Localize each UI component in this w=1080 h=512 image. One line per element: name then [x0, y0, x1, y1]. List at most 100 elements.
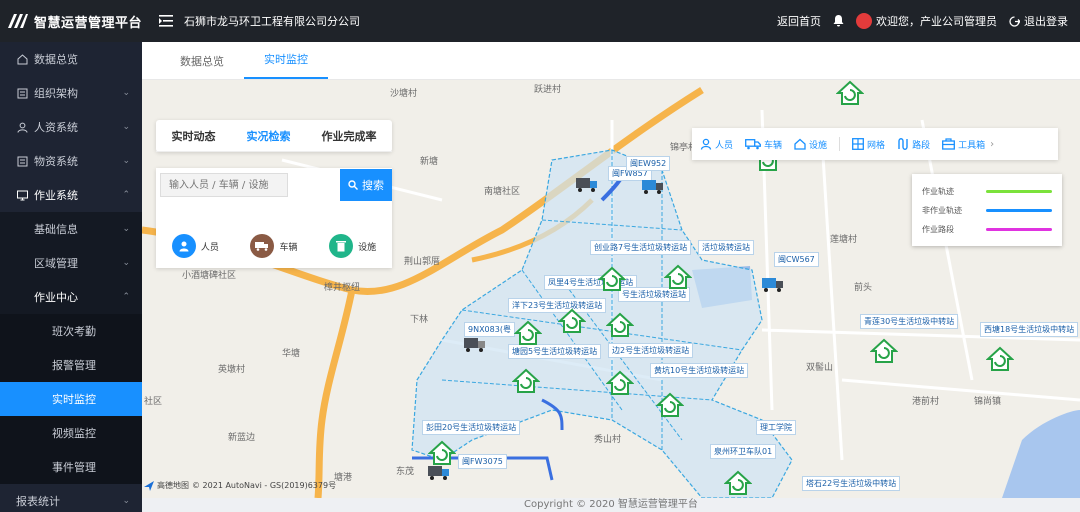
- station-house-icon[interactable]: [836, 80, 864, 106]
- sidebar-item-reports[interactable]: 报表统计 ⌄: [0, 484, 142, 512]
- station-house-icon[interactable]: [428, 440, 456, 466]
- place-label: 锦尚镇: [974, 397, 1002, 407]
- person-icon: [700, 138, 712, 150]
- station-house-icon[interactable]: [986, 346, 1014, 372]
- sidebar-item-live-monitor[interactable]: 实时监控: [0, 382, 142, 416]
- search-input[interactable]: [160, 173, 288, 197]
- station-house-icon[interactable]: [664, 264, 692, 290]
- vehicle-label[interactable]: 闽FW3075: [458, 454, 507, 469]
- copyright-mark: ©: [576, 499, 587, 510]
- category-vehicle[interactable]: 车辆: [250, 234, 297, 258]
- sea-area: [1002, 410, 1080, 498]
- toolbar-toolbox[interactable]: 工具箱 ›: [942, 138, 994, 151]
- map-canvas[interactable]: 沙塘村 跃进村 新塘 南塘社区 荆山郭厝 小酒塘碑社区 樟井枢纽 下林 华塘 英…: [142, 80, 1080, 498]
- station-house-icon[interactable]: [558, 308, 586, 334]
- station-label[interactable]: 黄坑10号生活垃圾转运站: [650, 363, 749, 378]
- place-label: 新塘: [420, 157, 439, 167]
- bell-icon[interactable]: [833, 15, 844, 27]
- subtab-live-search[interactable]: 实况检索: [247, 128, 291, 144]
- truck-icon[interactable]: [642, 178, 664, 194]
- toolbar-vehicle[interactable]: 车辆: [745, 138, 782, 151]
- category-label: 设施: [358, 242, 377, 253]
- sidebar-item-overview[interactable]: 数据总览: [0, 42, 142, 76]
- toolbar-separator: [839, 137, 841, 151]
- chevron-down-icon: ⌄: [122, 122, 130, 132]
- category-facility[interactable]: 设施: [329, 234, 376, 258]
- sidebar-item-area[interactable]: 区域管理 ⌄: [0, 246, 142, 280]
- monitor-panel-tabs: 实时动态 实况检索 作业完成率: [156, 120, 392, 152]
- toolbar-grid[interactable]: 网格: [852, 138, 885, 151]
- toolbar-road[interactable]: 路段: [897, 138, 930, 151]
- category-person[interactable]: 人员: [171, 234, 219, 258]
- sidebar-item-basic-info[interactable]: 基础信息 ⌄: [0, 212, 142, 246]
- station-house-icon[interactable]: [512, 368, 540, 394]
- sidebar-item-materials[interactable]: 物资系统 ⌄: [0, 144, 142, 178]
- app-title: 智慧运营管理平台: [34, 15, 143, 31]
- sidebar-item-events[interactable]: 事件管理: [0, 450, 142, 484]
- org-icon: [16, 87, 28, 99]
- toolbar-person[interactable]: 人员: [700, 138, 733, 151]
- vehicle-label[interactable]: 闽EW952: [626, 156, 671, 171]
- sidebar-item-hr[interactable]: 人资系统 ⌄: [0, 110, 142, 144]
- station-label[interactable]: 彭田20号生活垃圾转运站: [422, 420, 521, 435]
- work-center-submenu: 班次考勤 报警管理 实时监控 视频监控 事件管理: [0, 314, 142, 484]
- legend-row: 作业轨迹: [922, 182, 1052, 201]
- truck-icon[interactable]: [762, 276, 784, 292]
- chevron-right-icon: ›: [990, 138, 995, 150]
- subtab-live-dynamics[interactable]: 实时动态: [172, 128, 216, 144]
- station-house-icon[interactable]: [598, 266, 626, 292]
- place-label: 港前村: [912, 397, 940, 407]
- sidebar-item-attendance[interactable]: 班次考勤: [0, 314, 142, 348]
- toolbar-facility[interactable]: 设施: [794, 138, 827, 151]
- attribution-brand: 高德地图: [157, 481, 189, 490]
- search-button[interactable]: 搜索: [340, 169, 392, 201]
- sidebar-item-alarms[interactable]: 报警管理: [0, 348, 142, 382]
- logout-label: 退出登录: [1024, 15, 1068, 28]
- station-label[interactable]: 塔石22号生活垃圾中转站: [802, 476, 901, 491]
- sidebar-item-video[interactable]: 视频监控: [0, 416, 142, 450]
- legend-row: 非作业轨迹: [922, 201, 1052, 220]
- station-label[interactable]: 青莲30号生活垃圾中转站: [860, 314, 959, 329]
- sidebar-item-operations[interactable]: 作业系统 ⌃: [0, 178, 142, 212]
- user-menu[interactable]: 欢迎您，产业公司管理员: [856, 13, 997, 29]
- home-link[interactable]: 返回首页: [777, 13, 821, 29]
- place-label: 双髻山: [806, 363, 834, 373]
- truck-icon: [745, 139, 761, 150]
- chevron-down-icon: ⌄: [122, 224, 130, 234]
- station-label[interactable]: 泉州环卫车队01: [710, 444, 777, 459]
- sidebar-item-label: 作业系统: [34, 189, 78, 202]
- truck-icon[interactable]: [428, 464, 450, 480]
- truck-icon[interactable]: [464, 336, 486, 352]
- menu-toggle-icon[interactable]: [152, 15, 180, 27]
- station-label[interactable]: 边2号生活垃圾转运站: [608, 343, 694, 358]
- station-house-icon[interactable]: [656, 392, 684, 418]
- station-label[interactable]: 活垃圾转运站: [698, 240, 754, 255]
- vehicle-label[interactable]: 闽CW567: [774, 252, 819, 267]
- tab-overview[interactable]: 数据总览: [160, 53, 244, 79]
- sidebar-item-work-center[interactable]: 作业中心 ⌃: [0, 280, 142, 314]
- map-toolbar: 人员 车辆 设施 网格 路段 工具箱 ›: [692, 128, 1058, 160]
- station-house-icon[interactable]: [606, 370, 634, 396]
- logout-button[interactable]: 退出登录: [1009, 13, 1068, 29]
- station-house-icon[interactable]: [514, 320, 542, 346]
- attribution-copyright: © 2021 AutoNavi - GS(2019)6379号: [192, 481, 337, 490]
- tab-live-monitor[interactable]: 实时监控: [244, 51, 328, 79]
- subtab-completion-rate[interactable]: 作业完成率: [322, 128, 377, 144]
- toolbar-label: 工具箱: [958, 140, 986, 151]
- station-house-icon[interactable]: [870, 338, 898, 364]
- chevron-down-icon: ⌄: [122, 156, 130, 166]
- station-house-icon[interactable]: [606, 312, 634, 338]
- vehicle-label[interactable]: 9NX083(粤: [464, 322, 515, 337]
- place-label: 华塘: [282, 349, 301, 359]
- place-label: 樟井枢纽: [324, 283, 361, 293]
- road-icon: [898, 138, 908, 150]
- station-label[interactable]: 西塘18号生活垃圾中转站: [980, 322, 1079, 337]
- station-label[interactable]: 塘园5号生活垃圾转运站: [508, 344, 602, 359]
- station-label[interactable]: 创业路7号生活垃圾转运站: [590, 240, 692, 255]
- place-label: 小酒塘碑社区: [182, 271, 237, 281]
- station-house-icon[interactable]: [724, 470, 752, 496]
- sidebar-item-org[interactable]: 组织架构 ⌄: [0, 76, 142, 110]
- truck-icon[interactable]: [576, 176, 598, 192]
- grid-icon: [852, 138, 864, 150]
- app-logo[interactable]: 智慧运营管理平台: [0, 12, 142, 31]
